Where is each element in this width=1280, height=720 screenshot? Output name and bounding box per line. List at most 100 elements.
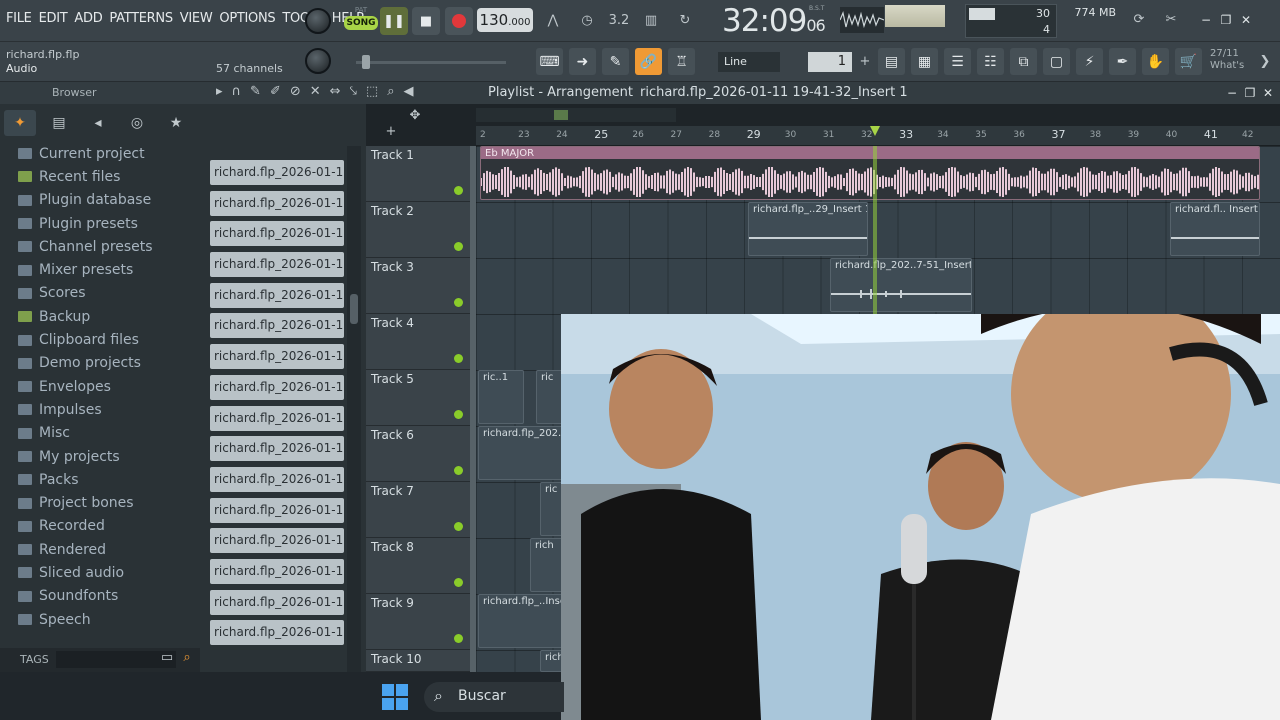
search-icon[interactable]: ⌕ — [174, 646, 200, 670]
windows-start-icon[interactable] — [382, 684, 408, 710]
folder-misc[interactable]: Misc — [12, 422, 202, 445]
track-header[interactable]: Track 9 — [366, 594, 476, 650]
file-item[interactable]: richard.flp_2026-01-11... — [210, 160, 344, 185]
track-mute-led[interactable] — [454, 410, 463, 419]
mixer-icon[interactable]: ☷ — [977, 48, 1004, 75]
pause-button[interactable]: ❚❚ — [380, 7, 408, 35]
pen-tool-icon[interactable]: ✒ — [1109, 48, 1136, 75]
track-header[interactable]: Track 4 — [366, 314, 476, 370]
playlist-icon[interactable]: ▤ — [878, 48, 905, 75]
clip-track6[interactable]: richard.flp_202.. — [478, 426, 568, 480]
browser-tab-all[interactable]: ✦ — [4, 110, 36, 136]
folder-recorded[interactable]: Recorded — [12, 515, 202, 538]
main-slider-track[interactable] — [356, 61, 506, 64]
stamp-icon[interactable]: ♖ — [668, 48, 695, 75]
folder-project-bones[interactable]: Project bones — [12, 491, 202, 514]
track-header[interactable]: Track 1 — [366, 146, 476, 202]
countdown-icon[interactable]: 3.2 — [606, 9, 632, 33]
playlist-maximize-icon[interactable]: ❐ — [1242, 85, 1258, 101]
folder-scores[interactable]: Scores — [12, 282, 202, 305]
file-item[interactable]: richard.flp_2026-01-11... — [210, 313, 344, 339]
taskbar-search[interactable]: ⌕ Buscar — [424, 682, 564, 712]
main-slider-handle[interactable] — [362, 55, 370, 69]
track-mute-led[interactable] — [454, 298, 463, 307]
folder-envelopes[interactable]: Envelopes — [12, 375, 202, 398]
track-header[interactable]: Track 5 — [366, 370, 476, 426]
close-icon[interactable]: ✕ — [1238, 12, 1254, 28]
menu-view[interactable]: VIEW — [180, 11, 213, 26]
file-item[interactable]: richard.flp_2026-01-11... — [210, 282, 344, 308]
track-header[interactable]: Track 3 — [366, 258, 476, 314]
pat-song-toggle[interactable]: PAT SONG — [344, 6, 378, 36]
folder-speech[interactable]: Speech — [12, 608, 202, 631]
folder-soundfonts[interactable]: Soundfonts — [12, 585, 202, 608]
browser-tab-online[interactable]: ◎ — [121, 110, 153, 136]
folder-backup[interactable]: Backup — [12, 305, 202, 328]
folder-plugin-database[interactable]: Plugin database — [12, 189, 202, 212]
cut-icon[interactable]: ✂ — [1158, 8, 1184, 32]
track-header[interactable]: Track 10 — [366, 650, 476, 706]
folder-demo-projects[interactable]: Demo projects — [12, 352, 202, 375]
folder-impulses[interactable]: Impulses — [12, 398, 202, 421]
menu-edit[interactable]: EDIT — [39, 11, 68, 26]
track-mute-led[interactable] — [454, 186, 463, 195]
channel-rack-icon[interactable]: ☰ — [944, 48, 971, 75]
folder-recent-files[interactable]: Recent files — [12, 165, 202, 188]
project-icon[interactable]: ▢ — [1043, 48, 1070, 75]
file-item[interactable]: richard.flp_2026-01-11... — [210, 589, 344, 615]
file-item[interactable]: richard.flp_2026-01-11... — [210, 374, 344, 400]
master-volume-knob[interactable] — [305, 8, 331, 34]
folder-sliced-audio[interactable]: Sliced audio — [12, 561, 202, 584]
browser-tab-files[interactable]: ▤ — [43, 110, 75, 136]
draw-icon[interactable]: ✎ — [250, 84, 261, 99]
loop-record-icon[interactable]: ↻ — [672, 9, 698, 33]
file-item[interactable]: richard.flp_2026-01-11... — [210, 344, 344, 370]
add-track-icon[interactable]: + — [378, 120, 404, 144]
snap-select[interactable]: Line — [718, 52, 780, 72]
folder-current-project[interactable]: Current project — [12, 142, 202, 165]
track-mute-led[interactable] — [454, 578, 463, 587]
news-panel[interactable]: 27/11 What's — [1210, 48, 1244, 72]
typing-keyboard-icon[interactable]: ⌨ — [536, 48, 563, 75]
play-arrow-icon[interactable]: ▸ — [216, 84, 223, 99]
file-item[interactable]: richard.flp_2026-01-11... — [210, 466, 344, 492]
track-tool-icon[interactable]: ✥ — [402, 104, 428, 128]
hand-icon[interactable]: ✋ — [1142, 48, 1169, 75]
folder-my-projects[interactable]: My projects — [12, 445, 202, 468]
browser-tab-plugins[interactable]: ◂ — [82, 110, 114, 136]
playhead-marker[interactable] — [870, 126, 880, 138]
playlist-close-icon[interactable]: ✕ — [1260, 85, 1276, 101]
track-header[interactable]: Track 7 — [366, 482, 476, 538]
pattern-selector[interactable]: 1 — [808, 52, 852, 72]
menu-patterns[interactable]: PATTERNS — [109, 11, 173, 26]
menu-add[interactable]: ADD — [74, 11, 102, 26]
scrollbar-thumb[interactable] — [350, 294, 358, 324]
metronome-icon[interactable]: ⋀ — [540, 9, 566, 33]
track-mute-led[interactable] — [454, 522, 463, 531]
minimize-icon[interactable]: − — [1198, 12, 1214, 28]
refresh-icon[interactable]: ⟳ — [1126, 8, 1152, 32]
plug-icon[interactable]: ⚡ — [1076, 48, 1103, 75]
select-icon[interactable]: ⬚ — [366, 84, 378, 99]
clip-track9[interactable]: richard.flp_..Inse — [478, 594, 568, 648]
file-item[interactable]: richard.flp_2026-01-11... — [210, 497, 344, 523]
file-item[interactable]: richard.flp_2026-01-11... — [210, 558, 344, 584]
folder-channel-presets[interactable]: Channel presets — [12, 235, 202, 258]
link-icon[interactable]: 🔗 — [635, 48, 662, 75]
track-header[interactable]: Track 8 — [366, 538, 476, 594]
playlist-minimize-icon[interactable]: − — [1224, 85, 1240, 101]
clip-track5-a[interactable]: ric..1 — [478, 370, 524, 424]
track-header[interactable]: Track 2 — [366, 202, 476, 258]
tempo-display[interactable]: 130.000 — [477, 8, 533, 32]
master-pitch-knob[interactable] — [305, 48, 331, 74]
file-item[interactable]: richard.flp_2026-01-11... — [210, 221, 344, 247]
delete-icon[interactable]: ⊘ — [290, 84, 301, 99]
slice-icon[interactable]: ⤥ — [350, 84, 357, 99]
browser-tab-favorites[interactable]: ★ — [160, 110, 192, 136]
magnet-icon[interactable]: ∩ — [232, 84, 242, 99]
time-scroll-thumb[interactable] — [554, 110, 568, 120]
brush-icon[interactable]: ✎ — [602, 48, 629, 75]
file-item[interactable]: richard.flp_2026-01-11... — [210, 620, 344, 646]
playback-icon[interactable]: ◀ — [403, 84, 413, 99]
arrow-right-icon[interactable]: ➜ — [569, 48, 596, 75]
